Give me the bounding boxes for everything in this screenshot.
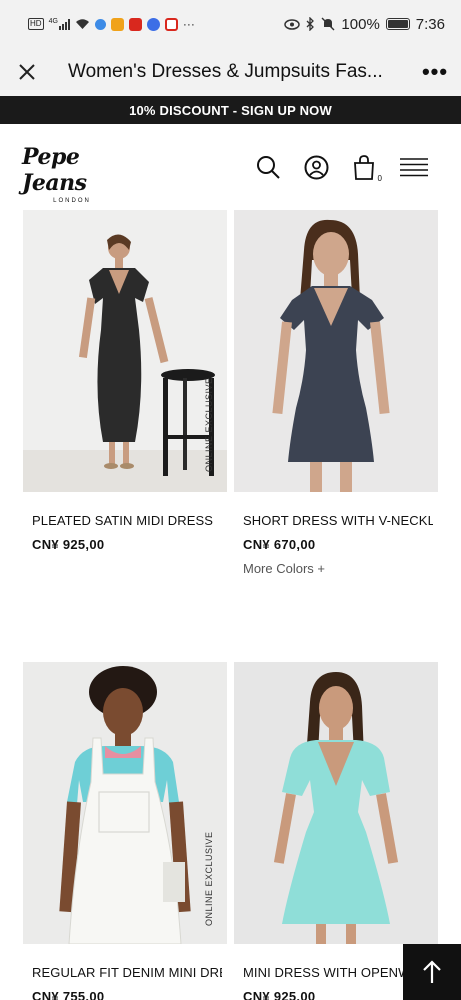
- status-right: 100% 7:36: [284, 16, 445, 33]
- more-options-button[interactable]: •••: [409, 48, 461, 96]
- search-button[interactable]: [255, 154, 281, 180]
- product-image[interactable]: [23, 662, 227, 944]
- signal-icon: 4G: [49, 18, 70, 30]
- more-colors-link[interactable]: More Colors +: [243, 561, 325, 576]
- cart-count: 0: [377, 174, 382, 183]
- battery-percent: 100%: [341, 15, 380, 33]
- product-grid: ONLINE EXCLUSIVE PLEATED SATIN MIDI DRES…: [0, 210, 461, 1000]
- scroll-to-top-button[interactable]: [403, 944, 461, 1000]
- product-price: CN¥ 755,00: [32, 989, 105, 1000]
- red-app-icon: [164, 17, 178, 31]
- network-type: 4G: [48, 18, 58, 25]
- browser-header: Women's Dresses & Jumpsuits Fas... •••: [0, 48, 461, 96]
- paw-blue-app-icon: [146, 17, 160, 31]
- eye-icon: [284, 18, 301, 30]
- product-name[interactable]: SHORT DRESS WITH V-NECKLI...: [243, 513, 433, 528]
- product-price: CN¥ 925,00: [243, 989, 316, 1000]
- status-left: HD 4G ···: [28, 17, 284, 31]
- page-title: Women's Dresses & Jumpsuits Fas...: [68, 61, 383, 82]
- product-price: CN¥ 925,00: [32, 537, 105, 552]
- mute-icon: [321, 17, 335, 31]
- product-image[interactable]: [234, 210, 438, 492]
- user-icon: [304, 155, 328, 179]
- app-notification-icon: [94, 18, 106, 30]
- bluetooth-icon: [306, 17, 315, 31]
- online-exclusive-badge: ONLINE EXCLUSIVE: [204, 377, 214, 472]
- wifi-icon: [75, 19, 89, 29]
- status-bar: HD 4G ··· 100% 7:36: [0, 0, 461, 48]
- product-name[interactable]: REGULAR FIT DENIM MINI DRE...: [32, 965, 222, 980]
- promo-banner[interactable]: 10% DISCOUNT - SIGN UP NOW: [0, 96, 461, 124]
- product-name[interactable]: MINI DRESS WITH OPENWO: [243, 965, 415, 980]
- site-header: Pepe Jeans LONDON 0: [0, 124, 461, 210]
- brand-tagline: LONDON: [53, 198, 91, 204]
- product-price: CN¥ 670,00: [243, 537, 316, 552]
- battery-icon: [385, 18, 410, 30]
- hamburger-menu-icon: [400, 158, 428, 177]
- product-name[interactable]: PLEATED SATIN MIDI DRESS: [32, 513, 222, 528]
- menu-button[interactable]: [399, 154, 429, 180]
- search-icon: [257, 156, 280, 179]
- paw-app-icon: [110, 17, 124, 31]
- close-icon: [19, 64, 35, 80]
- product-image[interactable]: [234, 662, 438, 944]
- arrow-up-icon: [423, 960, 441, 983]
- flag-app-icon: [128, 17, 142, 31]
- cart-button[interactable]: 0: [351, 154, 382, 183]
- close-button[interactable]: [4, 48, 50, 96]
- online-exclusive-badge: ONLINE EXCLUSIVE: [204, 831, 214, 926]
- account-button[interactable]: [303, 154, 329, 180]
- shopping-bag-icon: [354, 154, 374, 180]
- clock: 7:36: [415, 15, 445, 33]
- header-actions: 0: [255, 154, 429, 183]
- hd-badge: HD: [28, 18, 44, 30]
- product-image[interactable]: [23, 210, 227, 492]
- brand-logo[interactable]: Pepe Jeans LONDON: [22, 144, 126, 204]
- more-notifications-icon: ···: [182, 17, 195, 31]
- brand-name: Pepe Jeans: [22, 144, 87, 196]
